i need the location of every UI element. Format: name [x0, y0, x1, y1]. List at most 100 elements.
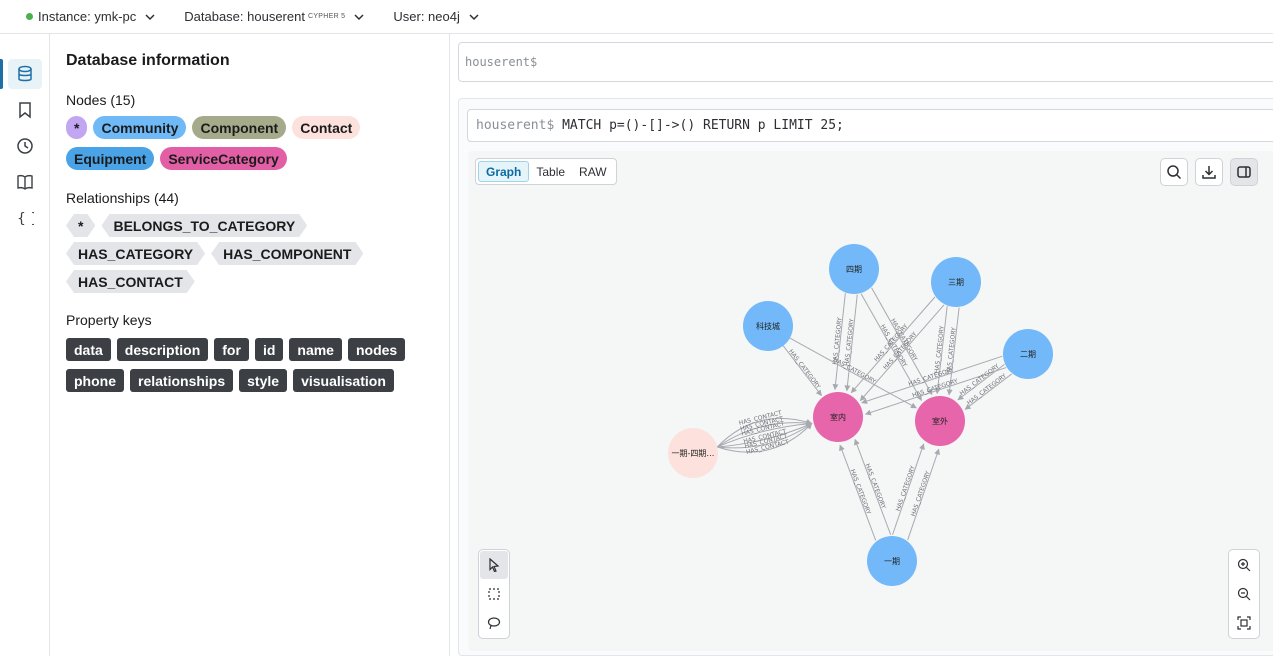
- history-button[interactable]: [8, 131, 42, 161]
- relationship-edge[interactable]: [717, 420, 813, 448]
- edge-label: HAS_CATEGORY: [895, 465, 917, 513]
- property-key-chip[interactable]: style: [239, 369, 288, 392]
- graph-node[interactable]: [743, 301, 793, 351]
- node-label-chip[interactable]: Community: [93, 116, 187, 139]
- relationship-edge[interactable]: [716, 417, 813, 448]
- property-key-chip[interactable]: for: [214, 338, 249, 361]
- relationship-edge[interactable]: [717, 423, 813, 449]
- select-mode-button[interactable]: [480, 551, 508, 579]
- relationship-edge[interactable]: [957, 363, 1005, 401]
- property-key-chip[interactable]: relationships: [130, 369, 234, 392]
- node-label-chip[interactable]: Contact: [292, 116, 361, 139]
- node-caption: 室外: [932, 416, 948, 426]
- relationship-edge[interactable]: [860, 293, 922, 401]
- edge-label: HAS_CATEGORY: [959, 363, 1001, 398]
- edge-label: HAS_CATEGORY: [873, 323, 910, 364]
- relationship-edge[interactable]: [854, 438, 892, 535]
- relationship-edge[interactable]: [844, 294, 858, 392]
- sidebar-toggle-icon: [1237, 166, 1251, 178]
- relationship-type-chip[interactable]: *: [66, 214, 95, 237]
- node-label-chip[interactable]: Equipment: [66, 147, 155, 170]
- graph-node[interactable]: [867, 536, 917, 586]
- property-key-chip[interactable]: name: [289, 338, 342, 361]
- view-tabs: Graph Table RAW: [475, 158, 617, 185]
- property-key-chip[interactable]: visualisation: [293, 369, 394, 392]
- download-button[interactable]: [1195, 158, 1223, 186]
- result-query[interactable]: houserent$ MATCH p=()-[]->() RETURN p LI…: [467, 109, 1273, 142]
- graph-node[interactable]: [829, 244, 879, 294]
- relationship-edge[interactable]: [964, 373, 1013, 410]
- relationship-edge[interactable]: [717, 423, 813, 453]
- edge-label: HAS_CATEGORY: [908, 366, 956, 388]
- chevron-down-icon: [469, 13, 479, 20]
- edge-label: HAS_CONTACT: [741, 420, 786, 437]
- tab-table[interactable]: Table: [529, 161, 572, 182]
- relationship-edge[interactable]: [789, 337, 917, 409]
- property-key-chip[interactable]: id: [254, 338, 284, 361]
- lasso-select-button[interactable]: [480, 609, 508, 637]
- instance-selector[interactable]: Instance: ymk-pc: [26, 9, 156, 24]
- graph-node[interactable]: [1003, 329, 1053, 379]
- relationship-edge[interactable]: [832, 293, 846, 391]
- property-key-chip[interactable]: nodes: [347, 338, 406, 361]
- edge-label: HAS_CATEGORY: [844, 318, 856, 366]
- bookmark-icon: [19, 102, 31, 119]
- relationship-type-chip[interactable]: HAS_CATEGORY: [66, 242, 205, 265]
- property-key-chip[interactable]: data: [66, 338, 111, 361]
- graph-visualization[interactable]: Graph Table RAW HAS_CATEGORY HAS_CATEGORY…: [468, 151, 1273, 651]
- node-label-chip[interactable]: Component: [192, 116, 287, 139]
- zoom-out-icon: [1237, 587, 1251, 601]
- relationship-edge[interactable]: [934, 306, 948, 395]
- node-label-chip[interactable]: ServiceCategory: [160, 147, 287, 170]
- property-key-chip[interactable]: description: [116, 338, 209, 361]
- zoom-in-button[interactable]: [1230, 551, 1258, 579]
- graph-node[interactable]: [915, 396, 965, 446]
- relationship-type-chip[interactable]: HAS_COMPONENT: [211, 242, 363, 265]
- query-prompt: houserent$: [476, 118, 555, 133]
- zoom-out-button[interactable]: [1230, 580, 1258, 608]
- relationship-edge[interactable]: [946, 307, 960, 396]
- database-selector[interactable]: Database: houserent CYPHER 5: [184, 9, 365, 24]
- relationship-edge[interactable]: [892, 443, 925, 535]
- node-label-chip[interactable]: *: [66, 116, 88, 139]
- tab-graph[interactable]: Graph: [478, 161, 530, 182]
- lasso-icon: [487, 617, 501, 630]
- editor-placeholder: houserent$: [465, 55, 538, 69]
- relationship-edge[interactable]: [716, 419, 813, 448]
- node-caption: 三期: [948, 278, 964, 287]
- relationship-type-chip[interactable]: HAS_CONTACT: [66, 270, 195, 293]
- fit-to-screen-button[interactable]: [1230, 609, 1258, 637]
- guides-button[interactable]: [8, 167, 42, 197]
- relationship-edge[interactable]: [717, 422, 813, 448]
- relationship-edge[interactable]: [859, 304, 945, 402]
- box-select-icon: [488, 588, 500, 600]
- user-selector[interactable]: User: neo4j: [393, 9, 479, 24]
- graph-node[interactable]: [931, 257, 981, 307]
- relationship-edge[interactable]: [850, 296, 936, 394]
- property-key-chip[interactable]: phone: [66, 369, 124, 392]
- graph-edges: HAS_CATEGORYHAS_CATEGORY HAS_CATEGORYHAS_…: [716, 287, 1013, 541]
- graph-node[interactable]: [668, 428, 718, 478]
- relationship-edge[interactable]: [907, 448, 940, 541]
- relationship-edge[interactable]: [861, 355, 1003, 404]
- relationship-edge[interactable]: [864, 367, 1007, 416]
- relationship-edge[interactable]: [782, 345, 822, 397]
- relationship-type-chip[interactable]: BELONGS_TO_CATEGORY: [101, 214, 307, 237]
- graph-node[interactable]: [813, 392, 863, 442]
- tab-raw[interactable]: RAW: [572, 161, 614, 182]
- edge-label: HAS_CONTACT: [743, 428, 788, 445]
- relationship-edge[interactable]: [871, 287, 933, 396]
- relationship-edge[interactable]: [839, 444, 877, 541]
- node-caption: 一期: [884, 557, 900, 566]
- database-info-button[interactable]: [8, 59, 42, 89]
- query-editor[interactable]: houserent$: [458, 42, 1273, 82]
- graph-canvas[interactable]: HAS_CATEGORYHAS_CATEGORY HAS_CATEGORYHAS_…: [468, 151, 1273, 651]
- zoom-in-icon: [1237, 558, 1251, 572]
- favorites-button[interactable]: [8, 95, 42, 125]
- book-icon: [17, 175, 33, 190]
- panel-toggle-button[interactable]: [1230, 158, 1258, 186]
- edge-label: HAS_CATEGORY: [933, 325, 945, 373]
- box-select-button[interactable]: [480, 580, 508, 608]
- params-button[interactable]: { }: [8, 203, 42, 233]
- search-button[interactable]: [1160, 158, 1188, 186]
